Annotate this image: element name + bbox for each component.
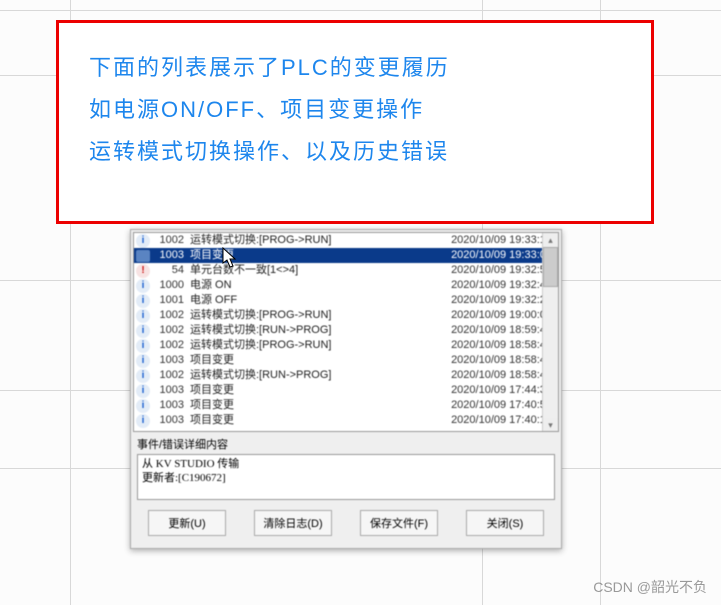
- log-row[interactable]: 1000电源 ON2020/10/09 19:32:49: [134, 278, 558, 293]
- scroll-up-arrow-icon[interactable]: ▴: [543, 233, 558, 247]
- log-code: 54: [152, 263, 190, 278]
- annotation-callout: 下面的列表展示了PLC的变更履历 如电源ON/OFF、项目变更操作 运转模式切换…: [56, 20, 654, 224]
- log-code: 1002: [152, 323, 190, 338]
- log-message: 运转模式切换:[RUN->PROG]: [190, 368, 408, 383]
- log-timestamp: 2020/10/09 19:32:28: [408, 293, 558, 308]
- log-code: 1002: [152, 368, 190, 383]
- log-dialog: 1002运转模式切换:[PROG->RUN]2020/10/09 19:33:1…: [130, 229, 562, 549]
- annotation-line-1: 下面的列表展示了PLC的变更履历: [89, 47, 621, 89]
- log-message: 运转模式切换:[PROG->RUN]: [190, 308, 408, 323]
- watermark: CSDN @韶光不负: [593, 577, 707, 597]
- log-row[interactable]: 1002运转模式切换:[RUN->PROG]2020/10/09 18:58:4…: [134, 368, 558, 383]
- scroll-down-arrow-icon[interactable]: ▾: [543, 418, 558, 432]
- close-button[interactable]: 关闭(S): [466, 510, 544, 536]
- log-message: 电源 OFF: [190, 293, 408, 308]
- info-icon: [136, 399, 150, 413]
- log-message: 项目变更: [190, 398, 408, 413]
- log-code: 1003: [152, 353, 190, 368]
- log-row[interactable]: 1003项目变更2020/10/09 19:33:01: [134, 248, 558, 263]
- clear-log-button[interactable]: 清除日志(D): [254, 510, 332, 536]
- annotation-line-3: 运转模式切换操作、以及历史错误: [89, 131, 621, 173]
- info-icon: [136, 309, 150, 323]
- log-timestamp: 2020/10/09 19:32:49: [408, 278, 558, 293]
- log-code: 1002: [152, 308, 190, 323]
- log-message: 电源 ON: [190, 278, 408, 293]
- info-icon: [136, 324, 150, 338]
- detail-box[interactable]: 从 KV STUDIO 传输 更新者:[C190672]: [137, 454, 555, 500]
- detail-line-2: 更新者:[C190672]: [142, 471, 550, 485]
- log-timestamp: 2020/10/09 17:40:54: [408, 398, 558, 413]
- log-message: 单元台数不一致[1<>4]: [190, 263, 408, 278]
- error-icon: [136, 264, 150, 278]
- scroll-thumb[interactable]: [543, 247, 558, 287]
- log-code: 1002: [152, 233, 190, 248]
- log-message: 项目变更: [190, 413, 408, 428]
- log-message: 运转模式切换:[PROG->RUN]: [190, 338, 408, 353]
- log-timestamp: 2020/10/09 19:33:01: [408, 248, 558, 263]
- log-code: 1003: [152, 413, 190, 428]
- log-row[interactable]: 54单元台数不一致[1<>4]2020/10/09 19:32:51: [134, 263, 558, 278]
- log-list[interactable]: 1002运转模式切换:[PROG->RUN]2020/10/09 19:33:1…: [133, 232, 559, 432]
- log-code: 1003: [152, 398, 190, 413]
- log-code: 1001: [152, 293, 190, 308]
- info-icon: [136, 369, 150, 383]
- log-row[interactable]: 1003项目变更2020/10/09 18:58:40: [134, 353, 558, 368]
- lock-icon: [136, 250, 150, 262]
- log-row[interactable]: 1003项目变更2020/10/09 17:40:54: [134, 398, 558, 413]
- log-timestamp: 2020/10/09 18:58:45: [408, 338, 558, 353]
- info-icon: [136, 384, 150, 398]
- log-row[interactable]: 1003项目变更2020/10/09 17:44:36: [134, 383, 558, 398]
- log-scrollbar[interactable]: ▴ ▾: [542, 233, 558, 432]
- log-message: 运转模式切换:[RUN->PROG]: [190, 323, 408, 338]
- log-timestamp: 2020/10/09 17:44:36: [408, 383, 558, 398]
- log-row[interactable]: 1002运转模式切换:[RUN->PROG]2020/10/09 18:59:4…: [134, 323, 558, 338]
- log-message: 项目变更: [190, 353, 408, 368]
- log-code: 1003: [152, 383, 190, 398]
- detail-line-1: 从 KV STUDIO 传输: [142, 457, 550, 471]
- log-message: 项目变更: [190, 383, 408, 398]
- log-timestamp: 2020/10/09 19:33:13: [408, 233, 558, 248]
- log-timestamp: 2020/10/09 18:58:40: [408, 368, 558, 383]
- log-row[interactable]: 1001电源 OFF2020/10/09 19:32:28: [134, 293, 558, 308]
- annotation-line-2: 如电源ON/OFF、项目变更操作: [89, 89, 621, 131]
- info-icon: [136, 354, 150, 368]
- log-row[interactable]: 1003项目变更2020/10/09 17:40:12: [134, 413, 558, 428]
- log-row[interactable]: 1002运转模式切换:[PROG->RUN]2020/10/09 19:00:0…: [134, 308, 558, 323]
- info-icon: [136, 339, 150, 353]
- log-code: 1000: [152, 278, 190, 293]
- detail-label: 事件/错误详细内容: [131, 432, 561, 454]
- log-row[interactable]: 1002运转模式切换:[PROG->RUN]2020/10/09 19:33:1…: [134, 233, 558, 248]
- log-timestamp: 2020/10/09 17:40:12: [408, 413, 558, 428]
- info-icon: [136, 414, 150, 428]
- save-file-button[interactable]: 保存文件(F): [360, 510, 438, 536]
- log-code: 1003: [152, 248, 190, 263]
- log-timestamp: 2020/10/09 18:59:47: [408, 323, 558, 338]
- log-code: 1002: [152, 338, 190, 353]
- log-timestamp: 2020/10/09 19:32:51: [408, 263, 558, 278]
- dialog-button-row: 更新(U) 清除日志(D) 保存文件(F) 关闭(S): [131, 500, 561, 544]
- update-button[interactable]: 更新(U): [148, 510, 226, 536]
- info-icon: [136, 279, 150, 293]
- log-timestamp: 2020/10/09 19:00:07: [408, 308, 558, 323]
- info-icon: [136, 234, 150, 248]
- info-icon: [136, 294, 150, 308]
- log-row[interactable]: 1002运转模式切换:[PROG->RUN]2020/10/09 18:58:4…: [134, 338, 558, 353]
- log-message: 项目变更: [190, 248, 408, 263]
- log-timestamp: 2020/10/09 18:58:40: [408, 353, 558, 368]
- log-message: 运转模式切换:[PROG->RUN]: [190, 233, 408, 248]
